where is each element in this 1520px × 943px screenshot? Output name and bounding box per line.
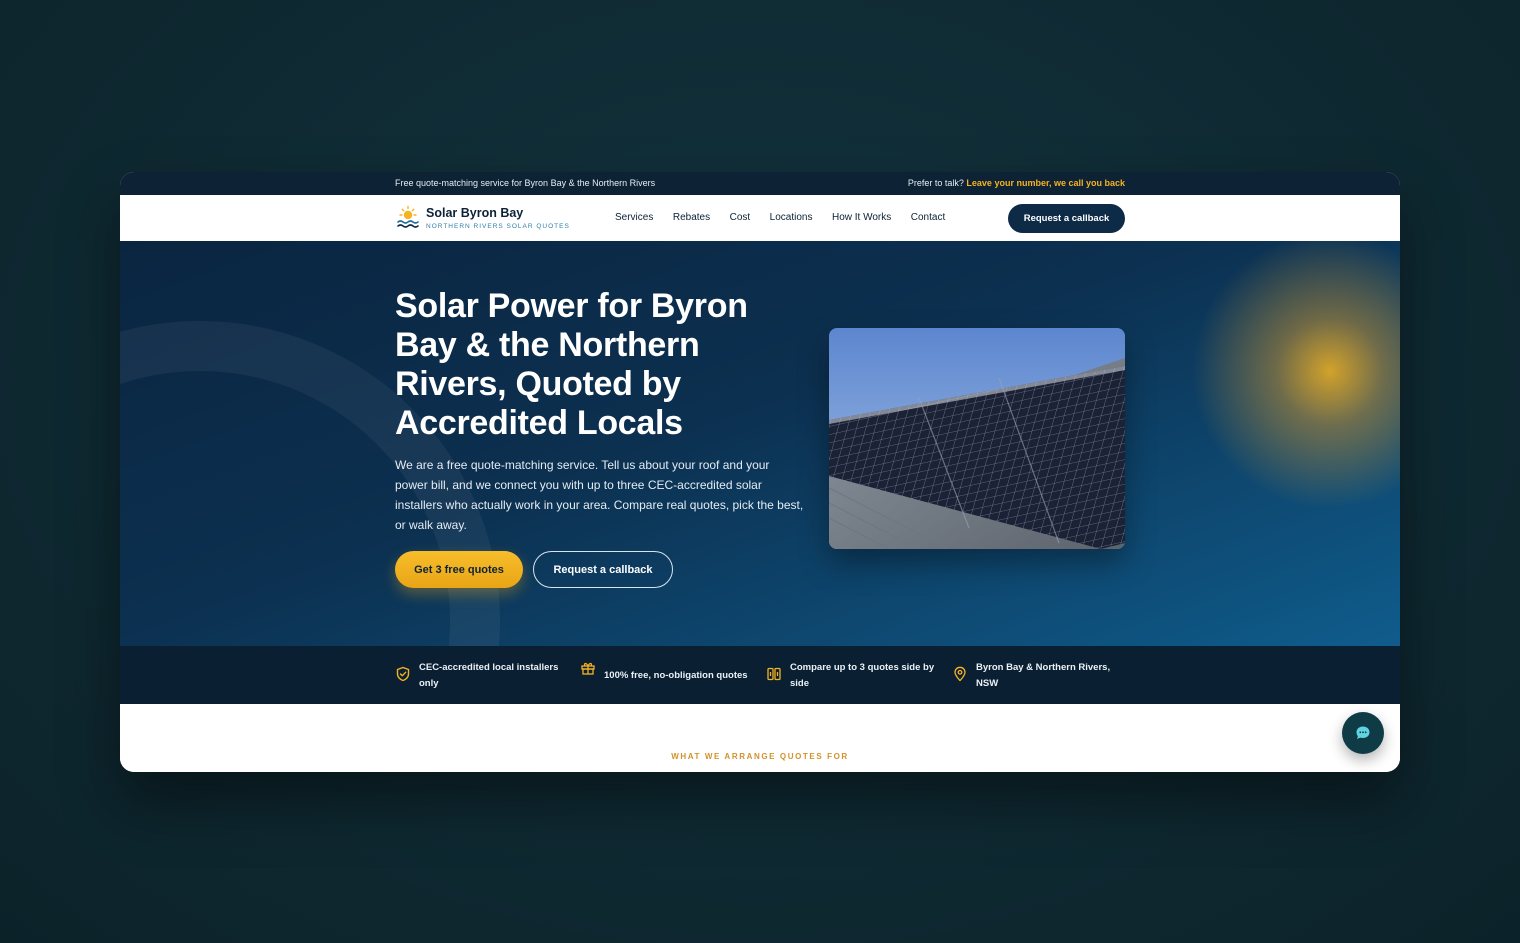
solar-panels-photo xyxy=(829,328,1125,549)
hero-description: We are a free quote-matching service. Te… xyxy=(395,458,804,532)
trust-bar: CEC-accredited local installers only 100… xyxy=(120,646,1400,704)
callback-link[interactable]: Leave your number, we call you back xyxy=(966,178,1125,188)
chat-button[interactable] xyxy=(1342,712,1384,754)
announcement-text: Free quote-matching service for Byron Ba… xyxy=(395,178,656,188)
trust-item-text: Byron Bay & Northern Rivers, NSW xyxy=(976,662,1111,689)
brand-tagline: NORTHERN RIVERS SOLAR QUOTES xyxy=(426,223,570,230)
trust-item-text: CEC-accredited local installers only xyxy=(419,662,559,689)
nav-item-how-it-works[interactable]: How It Works xyxy=(832,212,891,223)
nav-item-locations[interactable]: Locations xyxy=(770,212,813,223)
nav-item-services[interactable]: Services xyxy=(615,212,653,223)
gift-icon xyxy=(581,662,595,675)
hero-request-callback-button[interactable]: Request a callback xyxy=(533,551,673,588)
top-announcement-bar: Free quote-matching service for Byron Ba… xyxy=(120,172,1400,195)
callback-prompt-prefix: Prefer to talk? xyxy=(907,178,964,188)
sun-glow-decoration xyxy=(1180,241,1400,521)
trust-item-text: Compare up to 3 quotes side by side xyxy=(790,662,935,689)
hero-title: Solar Power for Byron Bay & the Northern… xyxy=(395,287,748,442)
nav-item-rebates[interactable]: Rebates xyxy=(673,212,710,223)
trust-item-compare: Compare up to 3 quotes side by side xyxy=(766,660,946,692)
shield-check-icon xyxy=(396,666,410,682)
main-navigation: Solar Byron Bay NORTHERN RIVERS SOLAR QU… xyxy=(120,195,1400,241)
trust-item-accredited: CEC-accredited local installers only xyxy=(395,660,565,692)
services-section: WHAT WE ARRANGE QUOTES FOR xyxy=(120,704,1400,772)
chat-bubble-icon xyxy=(1356,726,1370,739)
section-eyebrow: WHAT WE ARRANGE QUOTES FOR xyxy=(671,752,849,761)
nav-request-callback-button[interactable]: Request a callback xyxy=(1008,204,1125,233)
trust-item-free: 100% free, no-obligation quotes xyxy=(580,660,760,684)
nav-menu: Services Rebates Cost Locations How It W… xyxy=(615,212,965,223)
trust-item-text: 100% free, no-obligation quotes xyxy=(604,670,748,681)
brand-name: Solar Byron Bay xyxy=(426,206,524,220)
sun-over-waves-icon xyxy=(397,205,419,228)
nav-item-contact[interactable]: Contact xyxy=(911,212,945,223)
nav-item-cost[interactable]: Cost xyxy=(730,212,751,223)
compare-columns-icon xyxy=(767,667,781,681)
browser-window: Free quote-matching service for Byron Ba… xyxy=(120,172,1400,772)
callback-prompt: Prefer to talk? Leave your number, we ca… xyxy=(908,178,1125,188)
hero-section: Solar Power for Byron Bay & the Northern… xyxy=(120,241,1400,646)
trust-item-location: Byron Bay & Northern Rivers, NSW xyxy=(952,660,1122,692)
map-pin-icon xyxy=(954,666,966,682)
brand-logo[interactable]: Solar Byron Bay NORTHERN RIVERS SOLAR QU… xyxy=(395,205,570,231)
get-free-quotes-button[interactable]: Get 3 free quotes xyxy=(395,551,523,588)
